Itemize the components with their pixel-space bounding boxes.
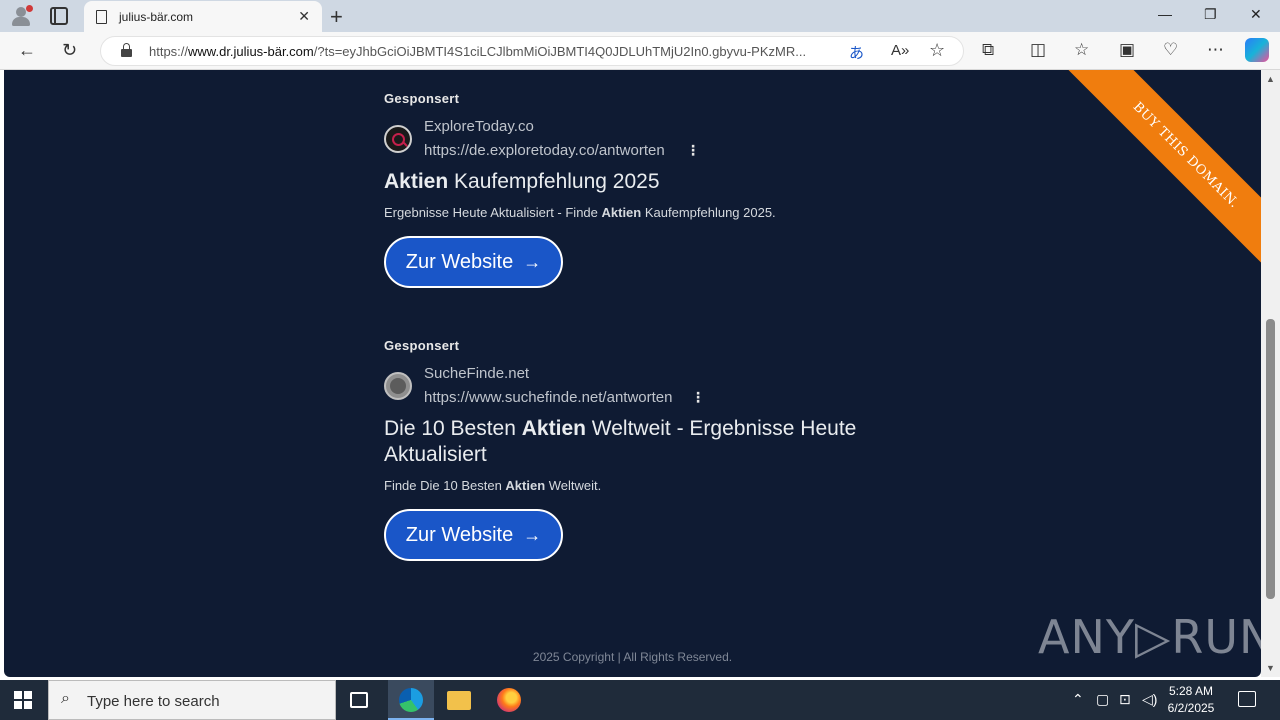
web-page: BUY THIS DOMAIN. Gesponsert ExploreToday… [4, 70, 1261, 677]
taskbar: ⌕ Type here to search ⌃ ▢ ⊡ ◁) 5:28 AM 6… [0, 680, 1280, 720]
windows-start-icon[interactable] [14, 691, 32, 709]
ribbon-text[interactable]: BUY THIS DOMAIN. [1053, 70, 1261, 280]
visit-website-button[interactable]: Zur Website → [384, 236, 563, 288]
sponsored-label: Gesponsert [384, 338, 460, 353]
collections-icon[interactable]: ▣ [1119, 40, 1135, 60]
firefox-icon[interactable] [497, 688, 521, 712]
page-scrollbar[interactable]: ▲ ▼ [1261, 70, 1280, 677]
search-icon: ⌕ [61, 690, 70, 707]
restore-button[interactable]: ❐ [1204, 6, 1217, 23]
clock-time: 5:28 AM [1168, 684, 1214, 698]
buy-domain-ribbon[interactable]: BUY THIS DOMAIN. [1051, 70, 1261, 280]
browser-essentials-icon[interactable]: ♡ [1163, 40, 1178, 60]
translate-icon[interactable]: あ [849, 42, 864, 63]
copilot-icon[interactable] [1245, 38, 1269, 62]
close-window-button[interactable]: ✕ [1250, 6, 1262, 23]
search-placeholder: Type here to search [87, 693, 220, 710]
device-icon[interactable]: ▢ [1096, 691, 1109, 708]
new-tab-button[interactable]: + [330, 4, 343, 30]
ad-site-name[interactable]: SucheFinde.net [424, 365, 529, 382]
profile-icon[interactable] [10, 5, 33, 27]
ad-site-name[interactable]: ExploreToday.co [424, 118, 534, 135]
notifications-icon[interactable] [1238, 691, 1256, 707]
favorite-star-icon[interactable]: ☆ [929, 40, 945, 61]
url-text[interactable]: https://www.dr.julius-bär.com/?ts=eyJhbG… [149, 44, 806, 59]
edge-browser-icon[interactable] [399, 688, 423, 712]
task-view-icon[interactable] [350, 692, 368, 708]
ad-url[interactable]: https://www.suchefinde.net/antworten [424, 389, 672, 406]
refresh-icon[interactable]: ↻ [62, 40, 77, 61]
taskbar-search[interactable]: ⌕ Type here to search [48, 680, 336, 720]
tab-strip: julius-bär.com ✕ + — ❐ ✕ [0, 0, 1280, 32]
back-icon[interactable]: ← [18, 40, 36, 61]
read-aloud-icon[interactable]: A» [891, 42, 909, 59]
globe-icon [384, 372, 412, 400]
file-explorer-icon[interactable] [447, 691, 471, 710]
tab-active[interactable]: julius-bär.com ✕ [84, 1, 322, 32]
show-hidden-icons-icon[interactable]: ⌃ [1072, 691, 1084, 708]
ad-title[interactable]: Aktien Kaufempfehlung 2025 [384, 169, 904, 195]
scrollbar-thumb[interactable] [1266, 319, 1275, 599]
scroll-down-icon[interactable]: ▼ [1266, 663, 1275, 673]
ad-description: Finde Die 10 Besten Aktien Weltweit. [384, 478, 602, 493]
favorites-icon[interactable]: ☆ [1074, 40, 1089, 60]
arrow-right-icon: → [523, 251, 542, 272]
sponsored-label: Gesponsert [384, 91, 460, 106]
site-search-icon [384, 125, 412, 153]
clock-date: 6/2/2025 [1167, 701, 1215, 715]
ad-description: Ergebnisse Heute Aktualisiert - Finde Ak… [384, 205, 776, 220]
navigation-bar: ← ↻ https://www.dr.julius-bär.com/?ts=ey… [0, 32, 1280, 70]
scroll-up-icon[interactable]: ▲ [1266, 74, 1275, 84]
ad-options-icon[interactable]: ⋮ [686, 142, 700, 159]
ad-title[interactable]: Die 10 Besten Aktien Weltweit - Ergebnis… [384, 416, 884, 468]
network-icon[interactable]: ⊡ [1119, 691, 1131, 708]
tab-close-icon[interactable]: ✕ [298, 8, 310, 25]
anyrun-watermark: ANY▷RUN [1038, 610, 1261, 664]
minimize-button[interactable]: — [1158, 6, 1172, 22]
address-bar[interactable]: https://www.dr.julius-bär.com/?ts=eyJhbG… [100, 36, 964, 66]
split-screen-icon[interactable]: ◫ [1030, 40, 1046, 60]
volume-icon[interactable]: ◁) [1142, 691, 1157, 708]
tab-actions-icon[interactable] [50, 7, 68, 25]
page-icon [96, 9, 107, 24]
arrow-right-icon: → [523, 524, 542, 545]
tab-title: julius-bär.com [119, 9, 194, 24]
system-clock[interactable]: 5:28 AM 6/2/2025 [1160, 683, 1222, 717]
more-menu-icon[interactable]: ⋯ [1207, 40, 1224, 60]
lock-icon[interactable] [121, 43, 132, 57]
ad-options-icon[interactable]: ⋮ [691, 389, 705, 406]
ad-url[interactable]: https://de.exploretoday.co/antworten [424, 142, 665, 159]
visit-website-button[interactable]: Zur Website → [384, 509, 563, 561]
extensions-icon[interactable]: ⧉ [982, 40, 994, 60]
